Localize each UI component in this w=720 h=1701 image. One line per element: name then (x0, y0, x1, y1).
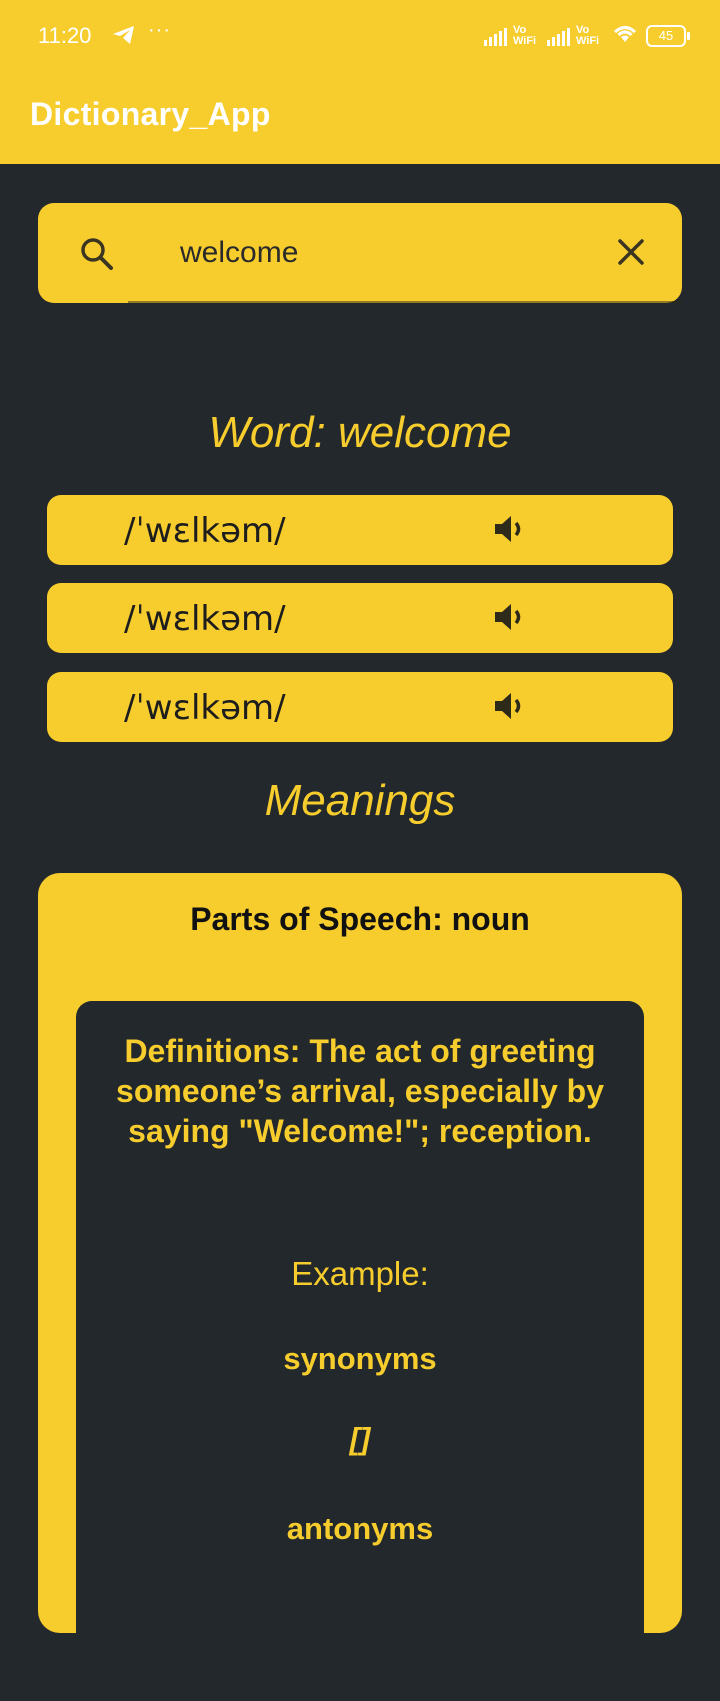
app-title: Dictionary_App (30, 96, 271, 132)
phonetic-text: /ˈwɛlkəm/ (124, 511, 286, 551)
definition-card: Definitions: The act of greeting someone… (76, 1001, 644, 1701)
status-time: 11:20 (38, 23, 92, 48)
speaker-icon[interactable] (492, 513, 528, 550)
more-notifications-icon: ··· (148, 19, 171, 41)
search-underline (128, 301, 682, 303)
search-icon (80, 237, 114, 276)
part-of-speech: Parts of Speech: noun (190, 901, 530, 937)
speaker-icon[interactable] (492, 601, 528, 638)
phonetic-row: /ˈwɛlkəm/ (47, 583, 673, 653)
wifi-icon (610, 22, 640, 50)
example-label: Example: (291, 1255, 429, 1292)
phonetic-text: /ˈwɛlkəm/ (124, 688, 286, 728)
vowifi-label: Vo WiFi (513, 24, 537, 47)
meanings-title: Meanings (264, 776, 456, 825)
status-icons: Vo WiFi Vo WiFi 45 (484, 22, 690, 50)
search-input[interactable] (140, 203, 580, 303)
signal-icon-2 (547, 26, 570, 46)
definition-text: Definitions: The act of greeting someone… (116, 1033, 604, 1149)
phonetic-text: /ˈwɛlkəm/ (124, 599, 286, 639)
speaker-icon[interactable] (492, 690, 528, 727)
word-title: Word: welcome (208, 408, 512, 457)
search-bar (38, 203, 682, 303)
vowifi-label-2: Vo WiFi (576, 24, 600, 47)
status-bar: 11:20 ··· Vo WiFi Vo WiFi 45 (0, 0, 720, 72)
synonyms-value: [] (349, 1421, 371, 1456)
app-bar: 11:20 ··· Vo WiFi Vo WiFi 45 Dictionary_… (0, 0, 720, 164)
close-icon[interactable] (616, 237, 646, 272)
signal-icon (484, 26, 507, 46)
telegram-icon (112, 24, 136, 52)
meaning-card: Parts of Speech: noun Definitions: The a… (38, 873, 682, 1701)
antonyms-label: antonyms (286, 1511, 434, 1546)
phonetic-row: /ˈwɛlkəm/ (47, 672, 673, 742)
battery-icon: 45 (646, 25, 690, 47)
phonetic-row: /ˈwɛlkəm/ (47, 495, 673, 565)
synonyms-label: synonyms (283, 1341, 437, 1376)
